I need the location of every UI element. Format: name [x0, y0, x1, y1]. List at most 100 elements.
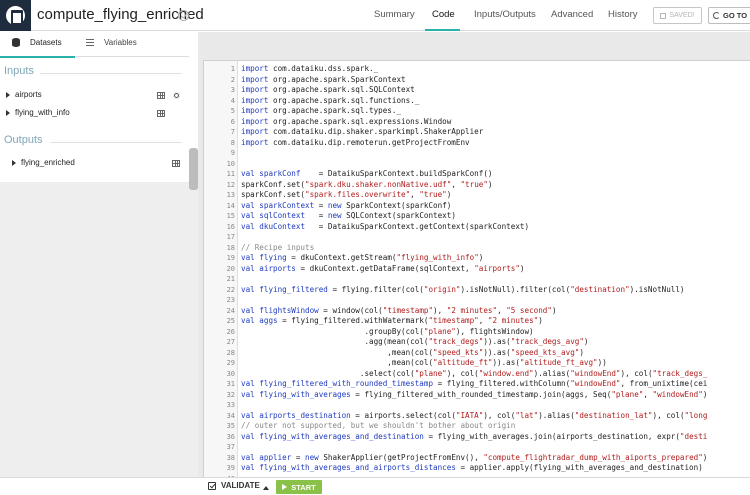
code-line[interactable]: 4 import org.apache.spark.sql.functions._ — [204, 96, 750, 107]
code-token: )).as( — [492, 358, 520, 367]
code-token: .groupBy(col( — [241, 326, 424, 336]
code-token: "track_degs_avg" — [510, 337, 584, 346]
input-item-airports[interactable]: airports — [6, 90, 42, 99]
line-number: 31 — [226, 380, 235, 388]
code-line[interactable]: 37 — [204, 442, 750, 453]
line-code: val flying_filtered_with_rounded_timesta… — [241, 379, 707, 390]
code-line[interactable]: 29 ,mean(col("altitude_ft")).as("altitud… — [204, 358, 750, 369]
code-token: val — [241, 379, 255, 388]
dataiku-logo-icon[interactable] — [0, 0, 31, 31]
code-line[interactable]: 32 val flying_with_averages = flying_filt… — [204, 390, 750, 401]
code-line[interactable]: 1 import com.dataiku.dss.spark._ — [204, 64, 750, 75]
code-token: , from_unixtime(cei — [620, 379, 708, 388]
code-line[interactable]: 24 val flightsWindow = window(col("timest… — [204, 306, 750, 317]
code-token: "altitude_ft_avg" — [519, 358, 598, 367]
code-line[interactable]: 34 val airports_destination = airports.se… — [204, 411, 750, 422]
code-line[interactable]: 38 val applier = new ShakerApplier(getPro… — [204, 453, 750, 464]
code-line[interactable]: 9 — [204, 148, 750, 159]
code-line[interactable]: 16 val dkuContext = DataikuSparkContext.g… — [204, 222, 750, 233]
line-code: import org.apache.spark.sql.types._ — [241, 106, 401, 117]
line-code: import com.dataiku.dss.spark._ — [241, 64, 378, 75]
code-line[interactable]: 27 .agg(mean(col("track_degs")).as("trac… — [204, 337, 750, 348]
code-line[interactable]: 18 // Recipe inputs — [204, 243, 750, 254]
saved-button[interactable]: SAVED! — [653, 7, 702, 24]
code-token: = flying_filtered.withWatermark( — [277, 316, 429, 325]
line-code: .select(col("plane"), col("window.end").… — [241, 368, 708, 380]
table-icon[interactable] — [157, 92, 165, 99]
code-line[interactable]: 28 ,mean(col("speed_kts")).as("speed_kts… — [204, 348, 750, 359]
output-item-flying-enriched[interactable]: flying_enriched — [12, 158, 75, 167]
code-line[interactable]: 7 import com.dataiku.dip.shaker.sparkimpl… — [204, 127, 750, 138]
table-icon[interactable] — [157, 110, 165, 117]
code-line[interactable]: 13 sparkConf.set("spark.files.overwrite",… — [204, 190, 750, 201]
code-token: = window(col( — [318, 305, 383, 315]
table-icon[interactable] — [172, 160, 180, 167]
input-item-flying-with-info[interactable]: flying_with_info — [6, 108, 70, 117]
code-line[interactable]: 14 val sparkContext = new SparkContext(sp… — [204, 201, 750, 212]
code-line[interactable]: 36 val flying_with_averages_and_destinati… — [204, 432, 750, 443]
line-number: 9 — [230, 149, 235, 157]
tab-summary[interactable]: Summary — [374, 9, 415, 20]
input-item-label: airports — [15, 90, 42, 99]
start-label: START — [291, 482, 316, 492]
code-line[interactable]: 17 — [204, 232, 750, 243]
code-line[interactable]: 31 val flying_filtered_with_rounded_times… — [204, 379, 750, 390]
code-token: "window.end" — [478, 368, 534, 378]
code-token: import — [241, 106, 269, 115]
code-line[interactable]: 3 import org.apache.spark.sql.SQLContext — [204, 85, 750, 96]
code-line[interactable]: 11 val sparkConf = DataikuSparkContext.bu… — [204, 169, 750, 180]
tab-history[interactable]: History — [608, 9, 638, 20]
caret-up-icon[interactable] — [263, 486, 269, 490]
code-line[interactable]: 2 import org.apache.spark.SparkContext — [204, 75, 750, 86]
line-number: 3 — [230, 86, 235, 94]
code-line[interactable]: 30 .select(col("plane"), col("window.end… — [204, 369, 750, 380]
active-tab-indicator — [425, 29, 460, 31]
code-token: val — [241, 253, 255, 262]
line-code: // Recipe inputs — [241, 243, 314, 254]
code-editor[interactable]: 1 import com.dataiku.dss.spark._ 2 import o… — [203, 60, 750, 477]
code-token: , — [410, 190, 420, 199]
tab-datasets[interactable]: Datasets — [12, 38, 62, 47]
code-token: ) — [538, 316, 543, 325]
code-line[interactable]: 26 .groupBy(col("plane"), flightsWindow) — [204, 327, 750, 338]
code-line[interactable]: 15 val sqlContext = new SQLContext(sparkC… — [204, 211, 750, 222]
code-line[interactable]: 5 import org.apache.spark.sql.types._ — [204, 106, 750, 117]
code-token: "plane" — [611, 389, 644, 399]
code-token: "plane" — [414, 368, 447, 378]
validate-button[interactable]: VALIDATE — [208, 481, 260, 490]
gear-icon[interactable] — [173, 92, 180, 99]
code-token: org.apache.spark.sql.SQLContext — [268, 85, 415, 94]
code-line[interactable]: 6 import org.apache.spark.sql.expressions… — [204, 117, 750, 128]
code-line[interactable]: 10 — [204, 159, 750, 170]
code-line[interactable]: 19 val flying = dkuContext.getStream("fly… — [204, 253, 750, 264]
code-line[interactable]: 39 val flying_with_averages_and_airports_… — [204, 463, 750, 474]
code-line[interactable]: 25 val aggs = flying_filtered.withWaterma… — [204, 316, 750, 327]
code-token: val — [241, 200, 255, 210]
tab-variables[interactable]: Variables — [86, 38, 137, 47]
input-item-label: flying_with_info — [15, 108, 70, 117]
line-number: 21 — [226, 275, 235, 283]
code-token: , — [478, 316, 488, 325]
code-token: = applier.apply(flying_with_averages_and… — [455, 463, 703, 472]
code-token: airports_destination — [259, 410, 351, 420]
code-line[interactable]: 8 import com.dataiku.dip.remoterun.getPro… — [204, 138, 750, 149]
code-token: "2 minutes" — [446, 305, 498, 315]
code-line[interactable]: 33 — [204, 400, 750, 411]
tab-inputs-outputs[interactable]: Inputs/Outputs — [474, 9, 536, 20]
line-number: 34 — [226, 411, 235, 420]
line-code: val airports_destination = airports.sele… — [241, 411, 707, 422]
code-line[interactable]: 35 // outer not supported, but we shouldn… — [204, 421, 750, 432]
code-line[interactable]: 21 — [204, 274, 750, 285]
start-button[interactable]: START — [276, 480, 322, 494]
tab-advanced[interactable]: Advanced — [551, 9, 593, 20]
code-line[interactable]: 23 — [204, 295, 750, 306]
code-line[interactable]: 22 val flying_filtered = flying.filter(co… — [204, 285, 750, 296]
line-code: ,mean(col("speed_kts")).as("speed_kts_av… — [241, 348, 584, 359]
tab-code[interactable]: Code — [432, 9, 455, 20]
panel-resize-handle[interactable] — [189, 148, 198, 190]
code-line[interactable]: 20 val airports = dkuContext.getDataFrame… — [204, 264, 750, 275]
code-line[interactable]: 12 sparkConf.set("spark.dku.shaker.nonNat… — [204, 180, 750, 191]
go-to-flow-button[interactable]: GO TO — [708, 7, 750, 24]
code-token: ) — [446, 190, 452, 199]
code-token: .select(col( — [241, 368, 415, 378]
